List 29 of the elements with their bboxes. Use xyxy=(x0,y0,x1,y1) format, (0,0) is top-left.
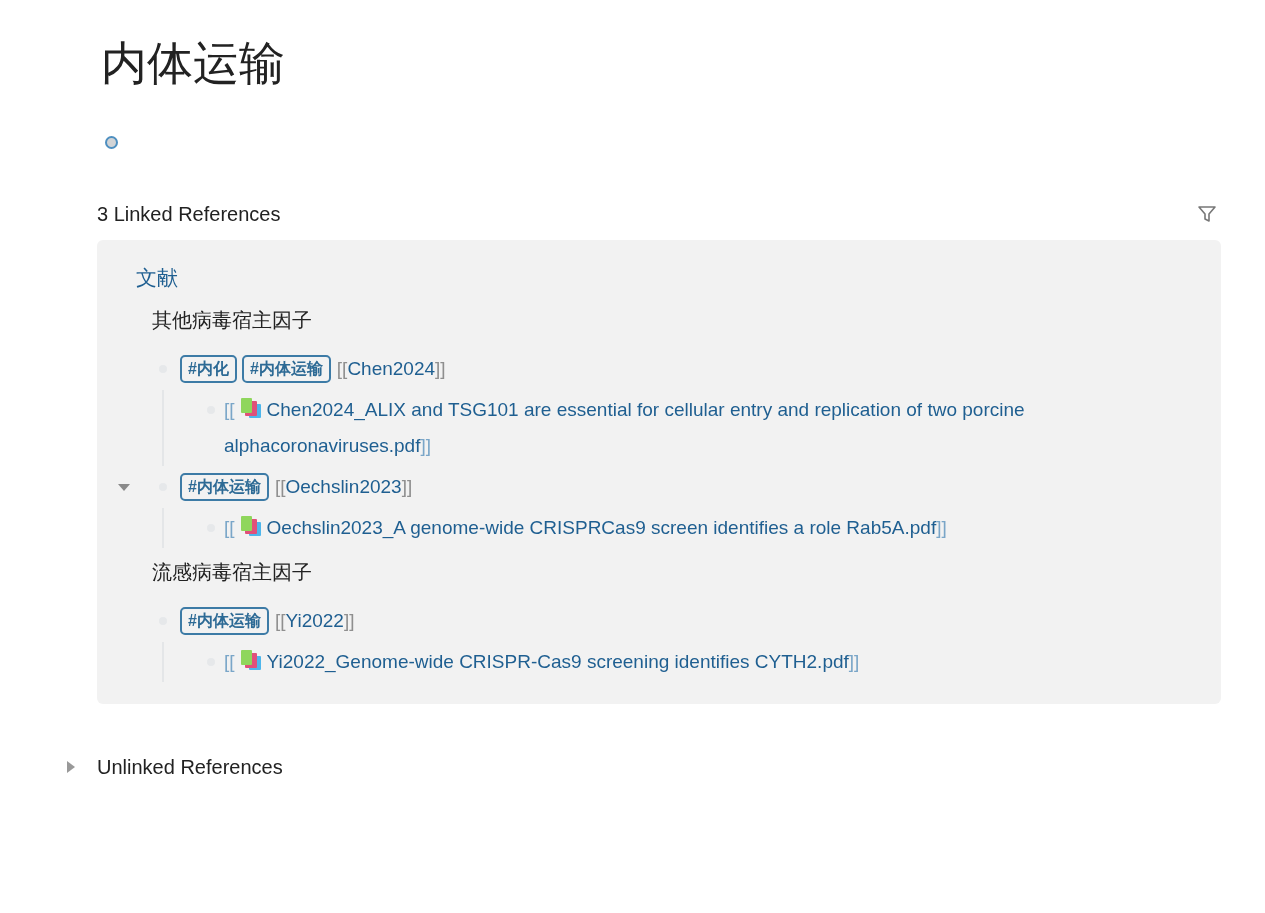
file-link[interactable]: [[ Yi2022_Genome-wide CRISPR-Cas9 screening identifies CYTH2.pdf]] xyxy=(224,644,860,680)
file-link[interactable]: [[ Chen2024_ALIX and TSG101 are essential for cellular entry and replication of two porcine alphacoronaviruses.pdf]] xyxy=(224,392,1104,464)
empty-block-bullet[interactable] xyxy=(105,136,118,149)
caret-down-icon[interactable] xyxy=(117,482,131,492)
unlinked-references-heading[interactable]: Unlinked References xyxy=(97,752,283,782)
section-heading: 流感病毒宿主因子 xyxy=(152,560,313,585)
linked-references-heading: 3 Linked References xyxy=(97,202,281,227)
bracket: ]] xyxy=(401,475,413,497)
page-link[interactable]: Chen2024 xyxy=(347,357,436,379)
section-heading: 其他病毒宿主因子 xyxy=(152,308,313,333)
page-link[interactable]: Yi2022 xyxy=(285,609,344,631)
books-icon xyxy=(238,397,263,419)
bracket: ]] xyxy=(435,357,446,379)
source-page-link[interactable]: 文献 xyxy=(136,260,178,296)
tag[interactable]: #内化 xyxy=(180,355,237,383)
page-link[interactable]: Oechslin2023 xyxy=(285,475,402,497)
bracket: ]] xyxy=(343,609,355,631)
bracket: [[ xyxy=(274,475,286,497)
page-title: 内体运输 xyxy=(101,36,286,91)
tag[interactable]: #内体运输 xyxy=(241,355,331,383)
tag[interactable]: #内体运输 xyxy=(180,607,269,635)
books-icon xyxy=(238,649,263,671)
books-icon xyxy=(238,515,263,537)
bracket: [[ xyxy=(274,609,286,631)
bracket: [[ xyxy=(336,357,348,379)
tag[interactable]: #内体运输 xyxy=(180,473,269,501)
file-link[interactable]: [[ Oechslin2023_A genome-wide CRISPRCas9 screen identifies a role Rab5A.pdf]] xyxy=(224,510,947,546)
filter-icon[interactable] xyxy=(1197,204,1217,224)
caret-right-icon[interactable] xyxy=(66,760,76,774)
